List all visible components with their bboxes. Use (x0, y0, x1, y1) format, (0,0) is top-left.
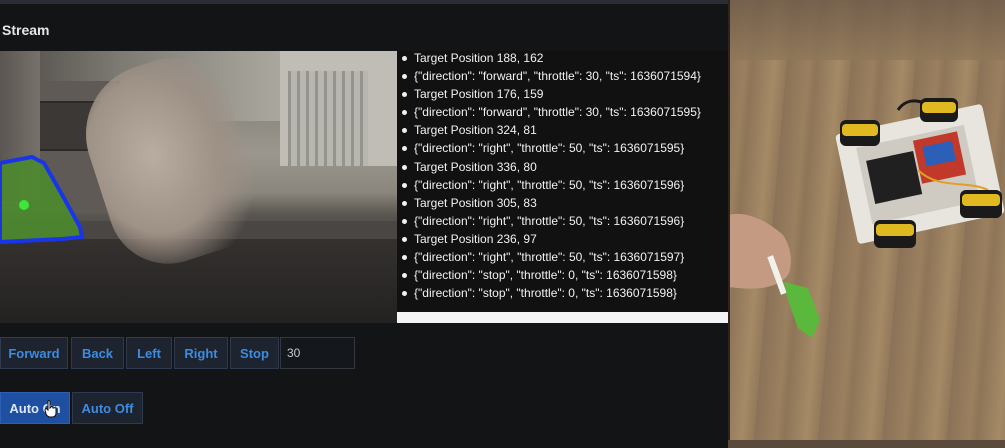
right-button[interactable]: Right (174, 337, 228, 369)
camera-stream (0, 51, 397, 323)
target-outline (0, 154, 85, 245)
log-entry: {"direction": "stop", "throttle": 0, "ts… (397, 284, 728, 302)
target-detection-overlay (0, 154, 85, 245)
log-entry: {"direction": "right", "throttle": 50, "… (397, 212, 728, 230)
auto-off-button[interactable]: Auto Off (72, 392, 143, 424)
command-log: Target Position 188, 162 {"direction": "f… (397, 51, 728, 313)
auto-on-button[interactable]: Auto On (0, 392, 70, 424)
back-button[interactable]: Back (71, 337, 124, 369)
robot-car-scene (728, 98, 1005, 338)
log-entry: Target Position 336, 80 (397, 158, 728, 176)
log-entry: Target Position 188, 162 (397, 51, 728, 67)
log-entry: {"direction": "right", "throttle": 50, "… (397, 139, 728, 157)
forward-button[interactable]: Forward (0, 337, 68, 369)
robot-car (835, 98, 1005, 248)
log-entry: {"direction": "stop", "throttle": 0, "ts… (397, 266, 728, 284)
hand-image (728, 213, 791, 289)
log-entry: Target Position 305, 83 (397, 194, 728, 212)
left-button[interactable]: Left (126, 337, 172, 369)
stop-button[interactable]: Stop (230, 337, 279, 369)
log-entry: {"direction": "forward", "throttle": 30,… (397, 67, 728, 85)
green-target-card (784, 282, 820, 338)
target-centroid-dot (19, 200, 29, 210)
log-entry: Target Position 324, 81 (397, 121, 728, 139)
overhead-camera-view (728, 0, 1005, 448)
log-entry: Target Position 176, 159 (397, 85, 728, 103)
log-entry: {"direction": "right", "throttle": 50, "… (397, 248, 728, 266)
hand-pointer-icon (44, 400, 57, 418)
log-list: Target Position 188, 162 {"direction": "f… (397, 51, 728, 302)
log-entry: Target Position 236, 97 (397, 230, 728, 248)
log-entry: {"direction": "right", "throttle": 50, "… (397, 176, 728, 194)
log-scrollbar[interactable] (397, 312, 728, 323)
log-entry: {"direction": "forward", "throttle": 30,… (397, 103, 728, 121)
panel-title: Stream (2, 22, 50, 38)
throttle-input[interactable] (280, 337, 355, 369)
